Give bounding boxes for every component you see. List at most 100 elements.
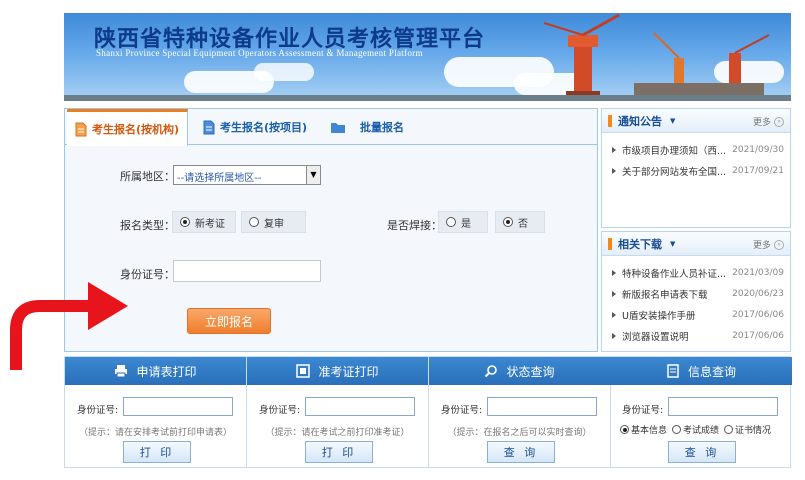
radio-icon[interactable] <box>620 425 629 434</box>
id-number-input[interactable] <box>123 397 233 416</box>
region-label: 所属地区： <box>120 170 175 183</box>
service-title: 信息查询 <box>687 364 736 379</box>
print-button[interactable]: 打 印 <box>123 441 191 463</box>
list-item[interactable]: U盾安装操作手册 2017/06/06 <box>612 304 790 325</box>
annotation-arrow-icon <box>10 282 128 370</box>
registration-panel: 考生报名(按机构) 考生报名(按项目) 批量报名 所属地区： --请选择所属地区… <box>64 108 598 352</box>
item-date: 2017/09/21 <box>732 165 784 176</box>
id-number-input[interactable] <box>305 397 415 416</box>
list-item[interactable]: 浏览器设置说明 2017/06/06 <box>612 325 790 346</box>
bullet-icon <box>612 290 616 297</box>
type-label: 报名类型： <box>120 219 175 232</box>
type-option-new[interactable]: 新考证 <box>172 211 236 233</box>
submit-registration-button[interactable]: 立即报名 <box>187 308 271 334</box>
bullet-icon <box>612 146 616 153</box>
list-item[interactable]: 特种设备作业人员补证... 2021/03/09 <box>612 262 790 283</box>
downloads-title: 相关下载 <box>618 237 662 251</box>
item-date: 2021/09/30 <box>732 144 784 155</box>
print-button[interactable]: 打 印 <box>305 441 373 463</box>
hint-text: （提示：请在安排考试前打印申请表） <box>78 428 232 438</box>
query-button[interactable]: 查 询 <box>487 441 555 463</box>
crane-illustration <box>544 13 770 97</box>
info-list-icon <box>667 364 679 378</box>
downloads-header: 相关下载 ▼ 更多 » <box>602 232 790 256</box>
service-header[interactable]: 状态查询 <box>429 357 610 385</box>
option-label: 是 <box>461 218 471 230</box>
hint-text: （提示：请在考试之前打印准考证） <box>265 428 410 438</box>
service-title: 状态查询 <box>506 364 555 379</box>
service-info-query: 信息查询 身份证号: 基本信息 考试成绩 证书情况 查 询 <box>610 357 792 467</box>
region-select[interactable]: --请选择所属地区-- ▼ <box>173 165 321 185</box>
query-button[interactable]: 查 询 <box>668 441 736 463</box>
region-selected-value: --请选择所属地区-- <box>177 173 262 184</box>
welding-option-yes[interactable]: 是 <box>438 211 488 233</box>
tab-register-by-org[interactable]: 考生报名(按机构) <box>67 109 188 146</box>
id-label: 身份证号: <box>259 405 301 416</box>
document-icon <box>203 120 215 134</box>
option-label: 否 <box>518 218 528 230</box>
welding-option-no[interactable]: 否 <box>495 211 545 233</box>
id-number-input[interactable] <box>487 397 597 416</box>
item-text[interactable]: 市级项目办理须知（西... <box>622 143 726 157</box>
site-subtitle: Shanxi Province Special Equipment Operat… <box>96 48 423 58</box>
service-admission-print: 准考证打印 身份证号: （提示：请在考试之前打印准考证） 打 印 <box>247 357 429 467</box>
tab-register-by-item[interactable]: 考生报名(按项目) <box>203 109 307 145</box>
radio-icon[interactable] <box>180 217 190 227</box>
id-label: 身份证号: <box>622 405 664 416</box>
option-label: 考试成绩 <box>683 426 720 436</box>
services-bar: 申请表打印 身份证号: （提示：请在安排考试前打印申请表） 打 印 准考证打印 … <box>64 356 792 468</box>
radio-certificate[interactable]: 证书情况 <box>724 423 771 436</box>
notices-more-link[interactable]: 更多 » <box>753 115 784 128</box>
header-marker <box>608 114 612 127</box>
caret-down-icon: ▼ <box>670 239 676 248</box>
service-header[interactable]: 信息查询 <box>610 357 792 385</box>
service-status-query: 状态查询 身份证号: （提示：在报名之后可以实时查询） 查 询 <box>429 357 611 467</box>
list-item[interactable]: 新版报名申请表下载 2020/06/23 <box>612 283 790 304</box>
radio-icon[interactable] <box>446 217 456 227</box>
type-option-review[interactable]: 复审 <box>241 211 306 233</box>
more-label: 更多 <box>752 118 771 128</box>
tab-label: 考生报名(按项目) <box>220 121 308 134</box>
hint-text: （提示：在报名之后可以实时查询） <box>447 428 592 438</box>
id-label: 身份证号: <box>77 405 119 416</box>
bullet-icon <box>612 311 616 318</box>
service-title: 准考证打印 <box>318 364 379 379</box>
item-text[interactable]: 新版报名申请表下载 <box>622 287 708 301</box>
radio-icon[interactable] <box>672 425 682 434</box>
radio-icon[interactable] <box>724 425 734 434</box>
welding-label: 是否焊接： <box>387 219 442 232</box>
banner-ground <box>64 95 791 101</box>
item-text[interactable]: 特种设备作业人员补证... <box>622 266 726 280</box>
caret-down-icon: ▼ <box>670 116 676 125</box>
tab-label: 批量报名 <box>360 121 404 134</box>
option-label: 复审 <box>264 218 284 230</box>
option-label: 基本信息 <box>631 426 668 436</box>
list-item[interactable]: 市级项目办理须知（西... 2021/09/30 <box>612 139 790 160</box>
radio-icon[interactable] <box>249 217 259 227</box>
item-date: 2020/06/23 <box>732 288 784 299</box>
item-text[interactable]: 关于部分网站发布全国... <box>622 164 726 178</box>
chevron-down-icon[interactable]: ▼ <box>306 166 320 184</box>
id-number-input[interactable] <box>668 397 778 416</box>
service-header[interactable]: 准考证打印 <box>247 357 428 385</box>
item-text[interactable]: 浏览器设置说明 <box>622 329 689 343</box>
item-date: 2017/06/06 <box>732 309 784 320</box>
radio-icon[interactable] <box>503 217 513 227</box>
downloads-panel: 相关下载 ▼ 更多 » 特种设备作业人员补证... 2021/03/09 新版报名… <box>601 231 791 352</box>
item-date: 2017/06/06 <box>732 330 784 341</box>
radio-exam-score[interactable]: 考试成绩 <box>672 423 719 436</box>
id-number-input[interactable] <box>173 260 321 282</box>
tab-batch-register[interactable]: 批量报名 <box>330 109 404 145</box>
item-date: 2021/03/09 <box>732 267 784 278</box>
more-label: 更多 <box>752 241 771 251</box>
search-icon <box>485 365 498 378</box>
radio-basic-info[interactable]: 基本信息 <box>620 423 667 436</box>
bullet-icon <box>612 269 616 276</box>
item-text[interactable]: U盾安装操作手册 <box>622 308 695 322</box>
notices-title: 通知公告 <box>618 114 662 128</box>
id-label: 身份证号: <box>441 405 483 416</box>
list-item[interactable]: 关于部分网站发布全国... 2017/09/21 <box>612 160 790 181</box>
downloads-more-link[interactable]: 更多 » <box>753 238 784 251</box>
notices-header: 通知公告 ▼ 更多 » <box>602 109 790 133</box>
registration-tabs: 考生报名(按机构) 考生报名(按项目) 批量报名 <box>65 109 597 146</box>
